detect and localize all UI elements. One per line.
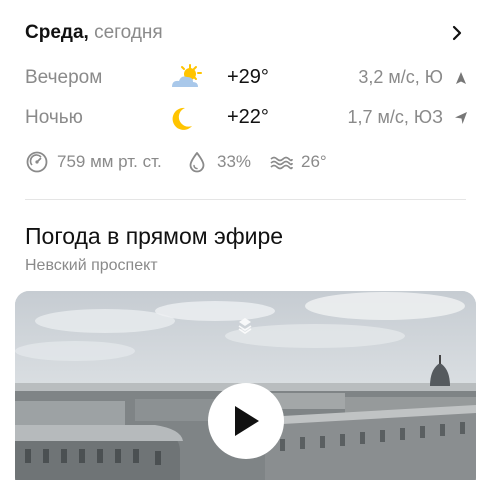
divider (25, 199, 466, 200)
water-waves-icon (270, 156, 293, 170)
water-temperature: 26° (269, 148, 327, 176)
day-name: Среда, (25, 22, 89, 43)
wind-arrow-north-icon (456, 72, 466, 84)
droplet-icon (189, 152, 205, 173)
wind-arrow-northeast-icon (455, 112, 467, 124)
camera-logo-icon (238, 318, 252, 334)
wind-speed: 1,7 м/с, ЮЗ (347, 107, 443, 127)
day-header[interactable]: Среда, сегодня (25, 20, 471, 46)
period-label: Вечером (25, 67, 103, 88)
temperature: +22° (227, 106, 269, 128)
live-section-title: Погода в прямом эфире (25, 223, 284, 249)
period-label: Ночью (25, 107, 83, 128)
live-camera-video[interactable] (15, 291, 476, 480)
weather-params: 759 мм рт. ст. 33% 26° (25, 148, 471, 176)
pressure-value: 759 мм рт. ст. (57, 152, 162, 171)
water-temperature-value: 26° (301, 152, 327, 171)
humidity-value: 33% (217, 152, 252, 171)
pressure-gauge-icon (26, 151, 48, 173)
forecast-row-evening: Вечером +29° 3,2 м/с, Ю (25, 63, 471, 93)
wind-speed: 3,2 м/с, Ю (358, 67, 443, 87)
temperature: +29° (227, 66, 269, 88)
live-location: Невский проспект (25, 257, 158, 274)
chevron-right-icon[interactable] (449, 25, 465, 41)
moon-icon (172, 107, 192, 130)
humidity: 33% (185, 148, 251, 176)
play-icon (235, 406, 259, 436)
day-subtitle: сегодня (88, 22, 163, 43)
forecast-row-night: Ночью +22° 1,7 м/с, ЮЗ (25, 103, 471, 133)
play-button[interactable] (208, 383, 284, 459)
pressure: 759 мм рт. ст. (25, 148, 162, 176)
sun-cloud-icon (172, 64, 202, 87)
